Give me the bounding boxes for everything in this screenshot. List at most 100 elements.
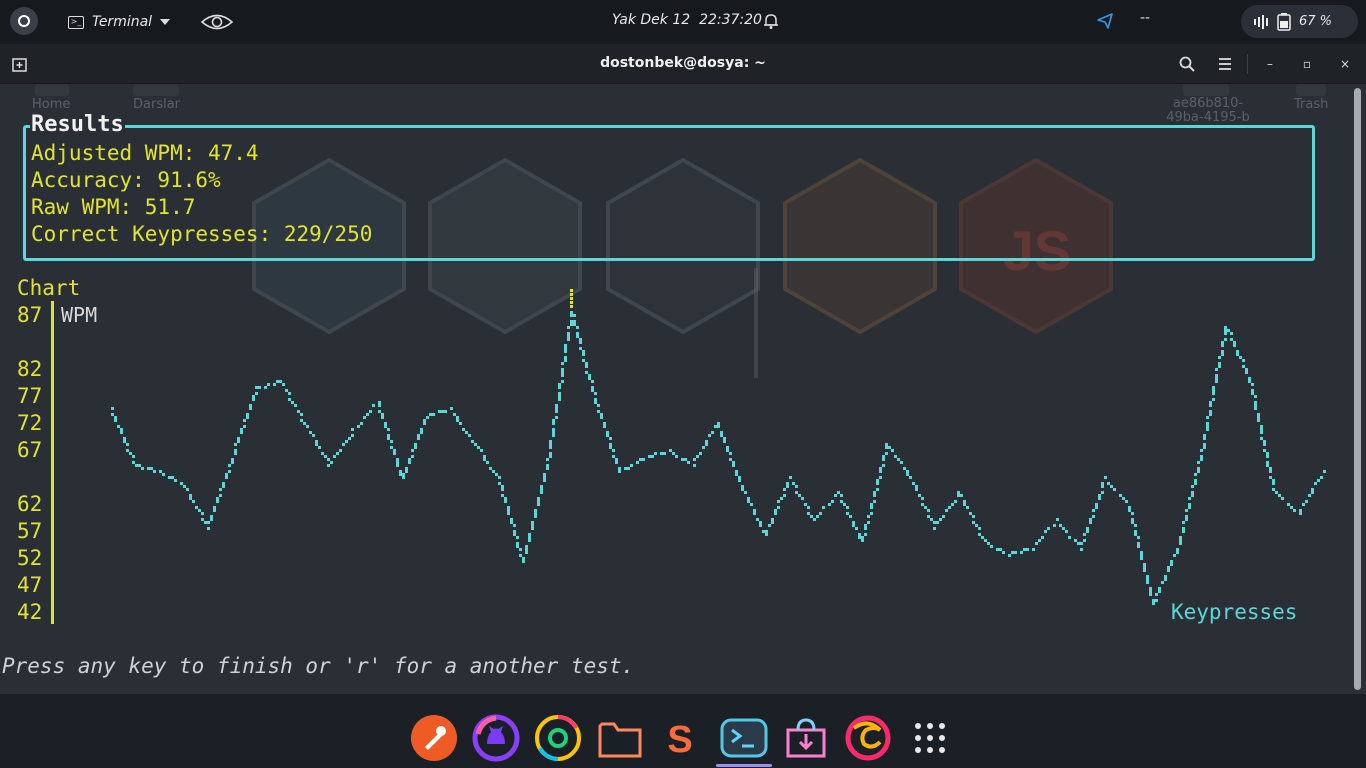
chart-dot	[531, 524, 534, 527]
chart-dot	[1320, 476, 1323, 479]
chart-dot	[525, 545, 528, 548]
chart-dot	[240, 431, 243, 434]
chart-dot	[591, 380, 594, 383]
hamburger-menu-icon[interactable]	[1217, 56, 1233, 72]
header-separator	[1247, 54, 1248, 74]
chart-dot	[591, 386, 594, 389]
chart-peak-dot	[570, 293, 573, 296]
chart-dot	[378, 401, 381, 404]
chart-dot	[972, 521, 975, 524]
chart-dot	[228, 464, 231, 467]
chart-dot	[234, 443, 237, 446]
telegram-icon[interactable]	[1096, 12, 1114, 30]
clock[interactable]: Yak Dek 12 22:37:20	[612, 12, 762, 28]
chart-dot	[804, 503, 807, 506]
maximize-button[interactable]: ▫	[1297, 54, 1317, 74]
chart-dot	[699, 452, 702, 455]
chart-dot	[255, 386, 258, 389]
software-center-icon[interactable]	[782, 714, 830, 762]
chart-dot	[1008, 554, 1011, 557]
chart-dot	[240, 428, 243, 431]
firefox-dev-icon[interactable]	[844, 714, 892, 762]
files-icon[interactable]	[596, 714, 644, 762]
chart-dot	[1293, 509, 1296, 512]
terminal-window[interactable]: Home Darslar ae86b810- 49ba-4195-b Trash…	[0, 44, 1366, 694]
chart-dot	[696, 455, 699, 458]
chart-dot	[1266, 452, 1269, 455]
chrome-icon[interactable]	[534, 714, 582, 762]
search-icon[interactable]	[1178, 55, 1196, 73]
chart-dot	[1152, 602, 1155, 605]
postman-icon[interactable]	[410, 714, 458, 762]
chart-dot	[1269, 476, 1272, 479]
chart-dot	[186, 488, 189, 491]
chart-dot	[717, 422, 720, 425]
chart-dot	[417, 437, 420, 440]
minimize-button[interactable]: –	[1260, 54, 1280, 74]
app-grid-icon[interactable]	[906, 714, 954, 762]
chart-dot	[1281, 497, 1284, 500]
chart-dot	[594, 401, 597, 404]
chart-dot	[393, 452, 396, 455]
chart-dot	[396, 458, 399, 461]
chart-dot	[609, 443, 612, 446]
chart-dot	[1206, 425, 1209, 428]
chart-dot	[1311, 488, 1314, 491]
activities-button[interactable]	[10, 7, 38, 35]
chart-dot	[189, 497, 192, 500]
chart-dot	[777, 500, 780, 503]
x-axis-label: Keypresses	[1171, 600, 1298, 624]
chart-dot	[231, 461, 234, 464]
chart-dot	[423, 419, 426, 422]
chart-dot	[1113, 488, 1116, 491]
chart-dot	[402, 476, 405, 479]
terminal-dock-icon[interactable]	[720, 714, 768, 762]
chart-dot	[384, 425, 387, 428]
chart-dot	[570, 311, 573, 314]
chart-dot	[417, 434, 420, 437]
chart-dot	[537, 500, 540, 503]
chart-dot	[405, 470, 408, 473]
bell-icon[interactable]	[762, 12, 780, 30]
eye-icon[interactable]	[200, 11, 234, 33]
chart-dot	[222, 482, 225, 485]
chart-dot	[285, 389, 288, 392]
chart-dot	[1182, 530, 1185, 533]
chart-dot	[846, 506, 849, 509]
chart-dot	[138, 464, 141, 467]
app-menu[interactable]: >_ Terminal	[60, 9, 178, 35]
chart-dot	[891, 449, 894, 452]
tray-indicator[interactable]: --	[1140, 10, 1150, 26]
chart-dot	[1230, 332, 1233, 335]
chart-dot	[414, 443, 417, 446]
chart-dot	[531, 527, 534, 530]
chart-dot	[888, 446, 891, 449]
chart-dot	[1149, 590, 1152, 593]
chart-dot	[552, 428, 555, 431]
chart-dot	[789, 476, 792, 479]
chart-dot	[312, 434, 315, 437]
github-desktop-icon[interactable]	[472, 714, 520, 762]
scrollbar[interactable]	[1354, 88, 1361, 690]
sublime-text-icon[interactable]: S	[656, 714, 704, 762]
chart-dot	[1032, 548, 1035, 551]
chart-dot	[1251, 383, 1254, 386]
chart-dot	[717, 425, 720, 428]
close-button[interactable]: ×	[1335, 54, 1355, 74]
chart-dot	[870, 506, 873, 509]
chart-dot	[723, 437, 726, 440]
chart-dot	[513, 533, 516, 536]
chart-dot	[933, 527, 936, 530]
chart-dot	[561, 368, 564, 371]
chart-dot	[1164, 575, 1167, 578]
chart-dot	[510, 518, 513, 521]
chart-dot	[330, 461, 333, 464]
chart-dot	[882, 464, 885, 467]
chart-dot	[1299, 512, 1302, 515]
chart-dot	[1224, 338, 1227, 341]
chart-dot	[1155, 593, 1158, 596]
chart-dot	[243, 425, 246, 428]
chart-dot	[387, 437, 390, 440]
system-menu[interactable]: 67 %	[1241, 5, 1358, 38]
chart-dot	[468, 434, 471, 437]
